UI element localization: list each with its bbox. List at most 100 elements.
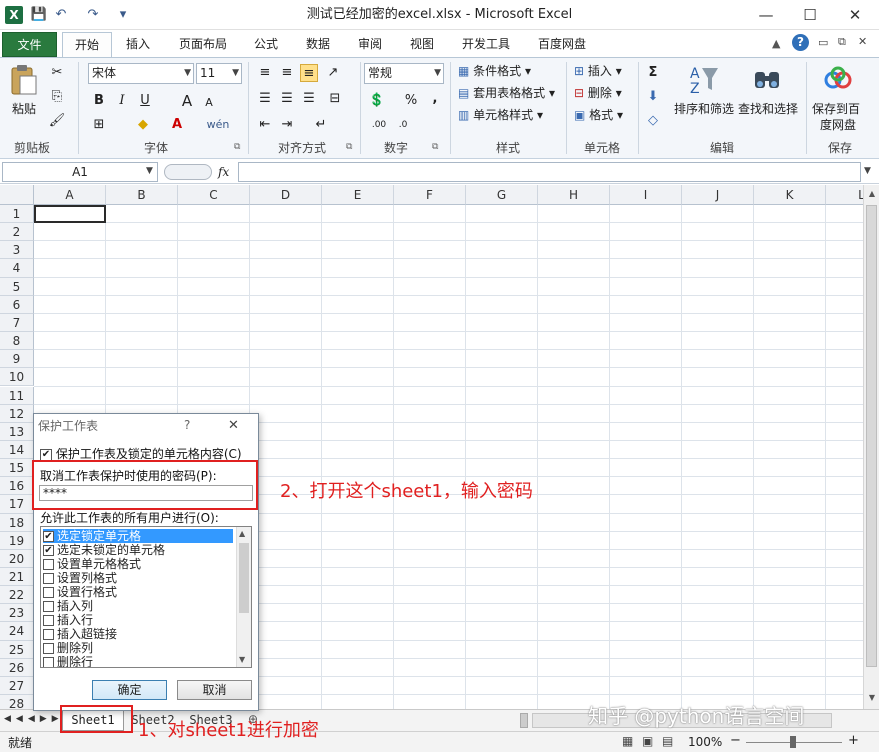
permission-item[interactable]: 删除列 — [43, 641, 233, 655]
row-header[interactable]: 5 — [0, 277, 34, 296]
page-break-view-icon[interactable]: ▤ — [662, 734, 673, 748]
select-all-corner[interactable] — [0, 185, 34, 205]
permission-item[interactable]: ✔ 选定未锁定的单元格 — [43, 543, 233, 557]
insert-cells-button[interactable]: ⊞ 插入 ▾ — [574, 62, 622, 79]
permission-item[interactable]: 插入列 — [43, 599, 233, 613]
column-header[interactable]: H — [538, 185, 610, 205]
permission-item[interactable]: 设置行格式 — [43, 585, 233, 599]
row-header[interactable]: 25 — [0, 640, 34, 659]
permission-item[interactable]: ✔ 选定锁定单元格 — [43, 529, 233, 543]
shrink-font-button[interactable]: A — [200, 94, 218, 112]
expand-formula-icon[interactable]: ▼ — [864, 166, 871, 176]
column-header[interactable]: E — [322, 185, 394, 205]
column-header[interactable]: A — [34, 185, 106, 205]
row-header[interactable]: 4 — [0, 259, 34, 278]
ribbon-minimize-icon[interactable]: ▭ — [818, 36, 828, 49]
align-left-icon[interactable]: ☰ — [256, 90, 274, 108]
format-cells-button[interactable]: ▣ 格式 ▾ — [574, 106, 623, 123]
merge-center-icon[interactable]: ⊟ — [326, 90, 344, 108]
row-header[interactable]: 21 — [0, 568, 34, 587]
row-header[interactable]: 3 — [0, 241, 34, 260]
row-header[interactable]: 24 — [0, 622, 34, 641]
permission-item[interactable]: 设置列格式 — [43, 571, 233, 585]
tab-baidu-netdisk[interactable]: 百度网盘 — [530, 32, 594, 57]
checkbox-checked-icon[interactable]: ✔ — [43, 531, 54, 542]
scroll-up-icon[interactable]: ▲ — [865, 187, 879, 201]
permission-item[interactable]: 删除行 — [43, 655, 233, 667]
find-select-icon[interactable] — [752, 64, 782, 94]
column-header[interactable]: D — [250, 185, 322, 205]
find-select-label[interactable]: 查找和选择 — [738, 100, 798, 117]
excel-logo-icon[interactable]: X — [5, 6, 23, 24]
row-header[interactable]: 13 — [0, 422, 34, 441]
scroll-down-icon[interactable]: ▼ — [865, 691, 879, 705]
sort-filter-icon[interactable]: AZ — [686, 62, 720, 97]
align-bottom-icon[interactable]: ≡ — [300, 64, 318, 82]
scroll-down-icon[interactable]: ▼ — [239, 655, 245, 664]
font-size-select[interactable]: 11 ▼ — [196, 63, 242, 84]
row-header[interactable]: 27 — [0, 676, 34, 696]
underline-button[interactable]: U — [136, 92, 154, 110]
row-header[interactable]: 20 — [0, 549, 34, 568]
collapse-ribbon-icon[interactable]: ▲ — [772, 37, 780, 50]
decrease-decimal-icon[interactable]: .0 — [392, 116, 414, 134]
zoom-slider-thumb[interactable] — [790, 736, 796, 748]
tab-file[interactable]: 文件 — [2, 32, 57, 57]
checkbox-empty-icon[interactable] — [43, 643, 54, 654]
row-header[interactable]: 11 — [0, 386, 34, 405]
tab-developer[interactable]: 开发工具 — [454, 32, 518, 57]
row-header[interactable]: 17 — [0, 495, 34, 514]
checkbox-empty-icon[interactable] — [43, 629, 54, 640]
number-dialog-launcher-icon[interactable]: ⧉ — [432, 142, 438, 152]
permission-item[interactable]: 插入行 — [43, 613, 233, 627]
checkbox-checked-icon[interactable]: ✔ — [40, 448, 52, 461]
tab-home[interactable]: 开始 — [62, 32, 112, 57]
tab-data[interactable]: 数据 — [296, 32, 340, 57]
minimize-button[interactable]: — — [744, 0, 788, 30]
font-dialog-launcher-icon[interactable]: ⧉ — [234, 142, 240, 152]
cut-icon[interactable]: ✂ — [48, 64, 66, 82]
percent-button[interactable]: % — [402, 92, 420, 110]
maximize-button[interactable]: ☐ — [788, 0, 832, 30]
paste-button-label[interactable]: 粘贴 — [12, 100, 36, 117]
grow-font-button[interactable]: A — [178, 92, 196, 110]
scroll-up-icon[interactable]: ▲ — [239, 529, 245, 538]
row-header[interactable]: 1 — [0, 205, 34, 224]
tab-page-layout[interactable]: 页面布局 — [170, 32, 236, 57]
row-header[interactable]: 6 — [0, 295, 34, 314]
zoom-out-button[interactable]: − — [730, 733, 741, 748]
baidu-cloud-icon[interactable] — [822, 64, 854, 96]
cell-styles-button[interactable]: ▥ 单元格样式 ▾ — [458, 106, 543, 123]
autosum-button[interactable]: Σ — [644, 64, 662, 82]
save-to-baidu-line2[interactable]: 度网盘 — [820, 116, 856, 133]
row-header[interactable]: 10 — [0, 368, 34, 387]
row-header[interactable]: 16 — [0, 477, 34, 496]
normal-view-icon[interactable]: ▦ — [622, 734, 633, 748]
row-header[interactable]: 8 — [0, 332, 34, 351]
vertical-scroll-thumb[interactable] — [866, 205, 877, 667]
help-icon[interactable]: ? — [792, 34, 809, 51]
checkbox-empty-icon[interactable] — [43, 615, 54, 626]
checkbox-empty-icon[interactable] — [43, 657, 54, 667]
row-header[interactable]: 26 — [0, 658, 34, 677]
row-header[interactable]: 22 — [0, 586, 34, 605]
tab-formulas[interactable]: 公式 — [246, 32, 286, 57]
align-right-icon[interactable]: ☰ — [300, 90, 318, 108]
checkbox-checked-icon[interactable]: ✔ — [43, 545, 54, 556]
row-header[interactable]: 19 — [0, 531, 34, 550]
row-header[interactable]: 9 — [0, 350, 34, 369]
column-header[interactable]: L — [826, 185, 863, 205]
column-header[interactable]: J — [682, 185, 754, 205]
vertical-scrollbar[interactable]: ▲ ▼ — [863, 185, 879, 709]
checkbox-empty-icon[interactable] — [43, 559, 54, 570]
tab-split-handle[interactable] — [520, 713, 528, 728]
clear-icon[interactable]: ◇ — [644, 112, 662, 130]
permissions-list[interactable]: ▲ ▼ ✔ 选定锁定单元格 ✔ 选定未锁定的单元格 设置单元格格式 设置列格式 设置行格式插… — [40, 526, 252, 668]
sort-filter-label[interactable]: 排序和筛选 — [674, 100, 734, 117]
comma-button[interactable]: , — [426, 90, 444, 108]
redo-icon[interactable]: ↷ — [84, 6, 102, 24]
column-header[interactable]: G — [466, 185, 538, 205]
fill-icon[interactable]: ⬇ — [644, 88, 662, 106]
zoom-in-button[interactable]: + — [848, 733, 859, 748]
increase-decimal-icon[interactable]: .00 — [368, 116, 390, 134]
